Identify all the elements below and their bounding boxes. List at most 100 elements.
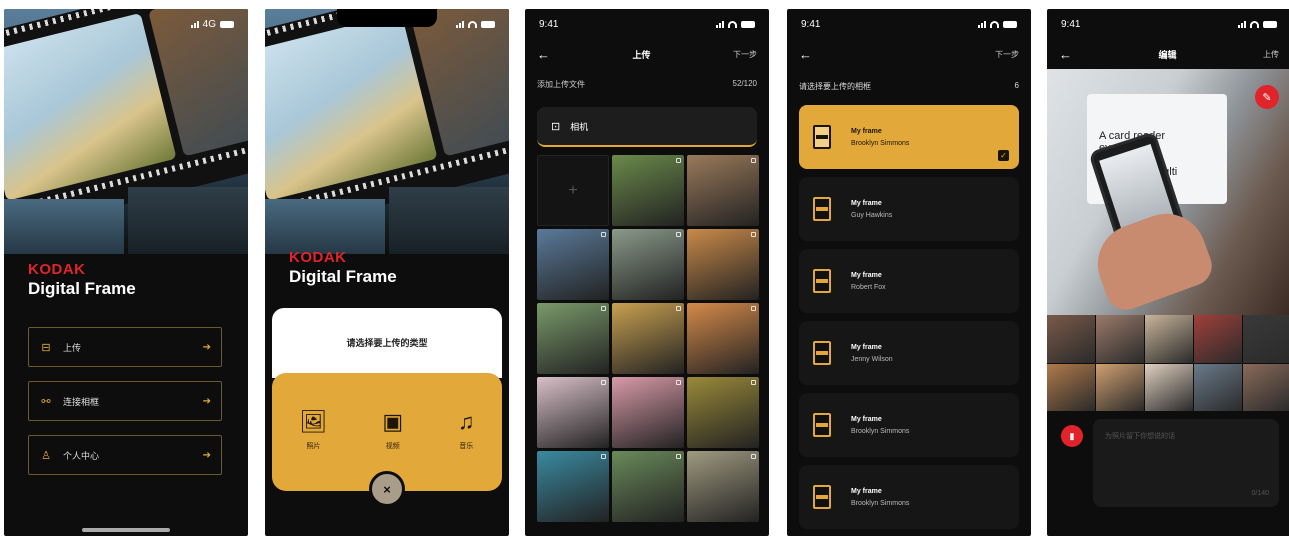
upload-type-screen: KODAK Digital Frame 请选择要上传的类型 🖼︎ 照片 ▣ 视频… — [265, 9, 509, 536]
frame-icon — [813, 485, 831, 509]
add-photo-button[interactable]: + — [537, 155, 609, 226]
frame-title: My frame — [851, 343, 882, 351]
frame-title: My frame — [851, 127, 882, 135]
frame-card[interactable]: My frame Guy Hawkins — [799, 177, 1019, 241]
wifi-icon — [990, 20, 999, 28]
frame-card[interactable]: My frame Brooklyn Simmons — [799, 393, 1019, 457]
file-count: 52/120 — [732, 79, 757, 88]
notch — [337, 9, 437, 27]
photo-thumbnail[interactable] — [687, 303, 759, 374]
frame-count: 6 — [1014, 81, 1019, 90]
user-icon: ♙ — [41, 449, 51, 462]
status-bar: 9:41 — [525, 9, 769, 39]
photo-thumbnail[interactable] — [687, 155, 759, 226]
option-label: 视频 — [385, 443, 400, 450]
photo-thumbnail[interactable] — [612, 303, 684, 374]
plus-icon: + — [568, 181, 578, 199]
video-option[interactable]: ▣ 视频 — [382, 409, 403, 451]
photo-thumbnail[interactable] — [1243, 363, 1289, 411]
album-selector[interactable]: ⊡ 相机 — [537, 107, 757, 147]
next-button[interactable]: 下一步 — [733, 49, 757, 60]
sheet-title: 请选择要上传的类型 — [346, 338, 428, 348]
checkbox-icon[interactable] — [751, 232, 756, 237]
frame-card[interactable]: My frame Robert Fox — [799, 249, 1019, 313]
menu-label: 连接相框 — [63, 396, 100, 407]
checkbox-icon[interactable] — [601, 380, 606, 385]
photo-thumbnail[interactable] — [1047, 363, 1095, 411]
checkbox-icon[interactable] — [751, 380, 756, 385]
upload-button[interactable]: 上传 — [1263, 49, 1279, 60]
profile-button[interactable]: ♙ 个人中心 ➔ — [28, 435, 225, 478]
frame-icon — [813, 125, 831, 149]
film-icon: ▣ — [382, 409, 404, 434]
network-label: 4G — [202, 18, 216, 30]
upload-button[interactable]: ⊟ 上传 ➔ — [28, 327, 225, 370]
photo-thumbnail[interactable] — [612, 377, 684, 448]
back-arrow-icon[interactable]: ← — [1059, 47, 1072, 62]
close-button[interactable]: × — [369, 471, 405, 507]
checkbox-icon[interactable] — [751, 306, 756, 311]
back-arrow-icon[interactable]: ← — [537, 47, 550, 62]
upload-icon: ⊟ — [41, 341, 51, 354]
frame-title: My frame — [851, 415, 882, 423]
photo-thumbnail[interactable] — [1145, 315, 1193, 363]
status-time: 9:41 — [1061, 18, 1081, 30]
avatar[interactable]: ▮ — [1061, 425, 1083, 447]
photo-thumbnail[interactable] — [687, 451, 759, 522]
photo-thumbnail[interactable] — [537, 303, 609, 374]
photo-thumbnail[interactable] — [1047, 315, 1095, 363]
photo-thumbnail[interactable] — [612, 155, 684, 226]
photo-option[interactable]: 🖼︎ 照片 — [299, 409, 327, 451]
photo-thumbnail[interactable] — [1096, 363, 1144, 411]
photo-thumbnail[interactable] — [537, 377, 609, 448]
checkbox-icon[interactable] — [676, 232, 681, 237]
page-title: 上传 — [632, 49, 651, 60]
product-name: Digital Frame — [289, 267, 397, 286]
thumbnail-strip — [1047, 315, 1289, 411]
photo-thumbnail[interactable] — [612, 451, 684, 522]
music-option[interactable]: ♫ 音乐 — [458, 409, 475, 451]
frame-card[interactable]: My frame Brooklyn Simmons ✓ — [799, 105, 1019, 169]
option-label: 照片 — [306, 443, 321, 450]
photo-grid: + — [537, 155, 759, 522]
checkbox-icon[interactable] — [601, 306, 606, 311]
status-bar: 9:41 — [787, 9, 1031, 39]
edit-pencil-button[interactable]: ✎ — [1255, 85, 1279, 109]
frame-card[interactable]: My frame Brooklyn Simmons — [799, 465, 1019, 529]
checkbox-icon[interactable] — [601, 232, 606, 237]
back-arrow-icon[interactable]: ← — [799, 47, 812, 62]
photo-thumbnail[interactable] — [1145, 363, 1193, 411]
battery-icon — [1003, 20, 1017, 28]
caption-input[interactable]: 为照片留下你想说的话 0/140 — [1093, 419, 1279, 507]
next-button[interactable]: 下一步 — [995, 49, 1019, 60]
photo-thumbnail[interactable] — [537, 229, 609, 300]
menu-label: 个人中心 — [63, 450, 100, 461]
checkbox-icon[interactable] — [751, 158, 756, 163]
checkbox-icon[interactable] — [601, 454, 606, 459]
photo-thumbnail[interactable] — [1194, 363, 1242, 411]
pencil-icon: ✎ — [1262, 91, 1272, 104]
connect-frame-button[interactable]: ⚯ 连接相框 ➔ — [28, 381, 225, 424]
battery-icon — [220, 20, 234, 28]
checkbox-icon[interactable] — [676, 158, 681, 163]
wifi-icon — [728, 20, 737, 28]
photo-thumbnail[interactable] — [537, 451, 609, 522]
photo-thumbnail[interactable] — [687, 377, 759, 448]
photo-thumbnail[interactable] — [1243, 315, 1289, 363]
arrow-right-icon: ➔ — [202, 449, 211, 461]
checkbox-icon[interactable] — [751, 454, 756, 459]
battery-icon — [1263, 20, 1277, 28]
checkbox-icon[interactable] — [676, 454, 681, 459]
photo-thumbnail[interactable] — [687, 229, 759, 300]
bookmark-icon: ▮ — [1069, 430, 1075, 441]
photo-thumbnail[interactable] — [1096, 315, 1144, 363]
photo-thumbnail[interactable] — [1194, 315, 1242, 363]
nav-bar: ← 上传 下一步 — [525, 43, 769, 65]
checkbox-icon[interactable] — [676, 380, 681, 385]
brand-name: KODAK — [289, 249, 347, 266]
product-name: Digital Frame — [28, 279, 136, 298]
checkbox-icon[interactable] — [676, 306, 681, 311]
photo-thumbnail[interactable] — [612, 229, 684, 300]
frame-card[interactable]: My frame Jenny Wilson — [799, 321, 1019, 385]
check-icon: ✓ — [998, 150, 1009, 161]
